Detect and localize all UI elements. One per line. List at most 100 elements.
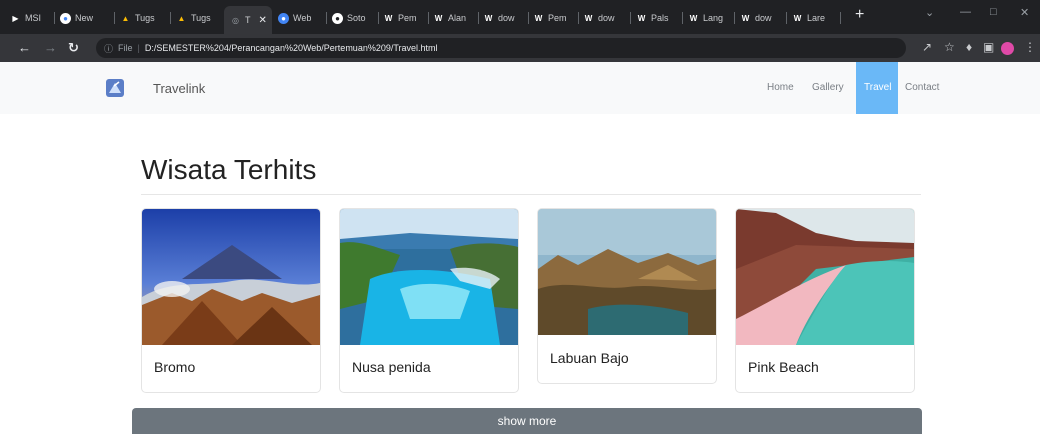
new-tab-button[interactable]: +	[855, 6, 864, 24]
tab-separator	[734, 12, 735, 24]
nav-link-travel[interactable]: Travel	[856, 62, 898, 114]
page-title: Wisata Terhits	[141, 154, 317, 185]
word-icon: W	[484, 13, 493, 23]
destination-card[interactable]: Bromo	[141, 208, 321, 393]
card-title[interactable]: Bromo	[154, 359, 195, 375]
pink-beach-photo	[736, 209, 914, 345]
tab-separator	[428, 12, 429, 24]
tab-label: Soto	[347, 13, 366, 23]
extensions-icon[interactable]: ♦	[966, 40, 972, 54]
tab-label: T	[245, 15, 251, 25]
url-divider: |	[137, 43, 140, 53]
share-icon[interactable]: ↗	[922, 40, 932, 54]
browser-tab[interactable]: W dow	[583, 8, 625, 28]
info-icon[interactable]: ⓘ	[104, 42, 113, 55]
browser-tab[interactable]: ▲ Tugs	[176, 8, 222, 28]
browser-tab-active[interactable]: ◎ T ✕	[224, 6, 272, 34]
tab-label: dow	[598, 13, 615, 23]
browser-tab[interactable]: ● Soto	[332, 8, 374, 28]
star-icon[interactable]: ☆	[944, 40, 955, 54]
brand-name[interactable]: Travelink	[153, 81, 205, 96]
bromo-photo	[142, 209, 320, 345]
tab-label: Lang	[703, 13, 724, 23]
globe-icon: ◎	[232, 15, 239, 25]
word-icon: W	[793, 13, 802, 23]
browser-tab[interactable]: W dow	[483, 8, 525, 28]
tab-separator	[54, 12, 55, 24]
browser-tab[interactable]: ▶ MSI	[10, 8, 48, 28]
word-icon: W	[689, 13, 698, 23]
back-arrow-icon[interactable]: ←	[18, 39, 31, 57]
minimize-icon[interactable]: —	[960, 6, 971, 18]
tab-label: MSI	[25, 13, 42, 23]
destination-card[interactable]: Nusa penida	[339, 208, 519, 393]
nav-link-home[interactable]: Home	[767, 62, 794, 114]
tab-separator	[114, 12, 115, 24]
tab-separator	[478, 12, 479, 24]
chevron-down-icon[interactable]: ⌄	[925, 6, 934, 19]
browser-tab-strip: ▶ MSI ● New ▲ Tugs ▲ Tugs ◎ T ✕ ● Web ● …	[0, 0, 1040, 34]
browser-tab[interactable]: W Pem	[383, 8, 425, 28]
close-window-icon[interactable]: ✕	[1020, 6, 1029, 19]
tab-separator	[786, 12, 787, 24]
browser-tab[interactable]: W Pals	[636, 8, 678, 28]
forward-arrow-icon[interactable]: →	[44, 39, 57, 57]
word-icon: W	[637, 13, 646, 23]
brand-logo-icon[interactable]	[106, 79, 124, 97]
tab-separator	[578, 12, 579, 24]
browser-tab[interactable]: W Lare	[792, 8, 834, 28]
drive-icon: ▲	[177, 13, 186, 23]
card-title[interactable]: Pink Beach	[748, 359, 819, 375]
nav-link-gallery[interactable]: Gallery	[812, 62, 844, 114]
reload-icon[interactable]: ↻	[68, 39, 79, 57]
chrome-icon: ●	[60, 12, 71, 24]
word-icon: W	[434, 13, 443, 23]
tab-label: New	[75, 13, 94, 23]
media-icon: ▶	[12, 13, 19, 23]
browser-tab[interactable]: W Pem	[533, 8, 575, 28]
card-title[interactable]: Nusa penida	[352, 359, 431, 375]
browser-tab[interactable]: W Lang	[688, 8, 730, 28]
tab-label: Alan	[448, 13, 467, 23]
tab-label: Lare	[807, 13, 826, 23]
show-more-button[interactable]: show more	[132, 408, 922, 434]
tab-separator	[170, 12, 171, 24]
tab-label: Pem	[548, 13, 567, 23]
browser-tab[interactable]: ▲ Tugs	[120, 8, 166, 28]
heading-divider	[141, 194, 921, 195]
tab-label: Tugs	[135, 13, 155, 23]
tab-label: Web	[293, 13, 312, 23]
url-text: D:/SEMESTER%204/Perancangan%20Web/Pertem…	[144, 43, 438, 53]
browser-tab[interactable]: W dow	[740, 8, 782, 28]
nav-link-contact[interactable]: Contact	[905, 62, 939, 114]
word-icon: W	[741, 13, 750, 23]
word-icon: W	[534, 13, 543, 23]
site-navbar: Travelink Home Gallery Travel Contact	[0, 62, 1040, 114]
destination-card[interactable]: Labuan Bajo	[537, 208, 717, 384]
tab-separator	[326, 12, 327, 24]
tab-separator	[528, 12, 529, 24]
tab-separator	[378, 12, 379, 24]
browser-tab[interactable]: ● Web	[278, 8, 322, 28]
side-panel-icon[interactable]: ▣	[983, 40, 994, 54]
chrome-icon: ●	[332, 12, 343, 24]
destination-card[interactable]: Pink Beach	[735, 208, 915, 393]
nusa-penida-photo	[340, 209, 518, 345]
tab-separator	[840, 12, 841, 24]
tab-label: Pem	[398, 13, 417, 23]
close-tab-icon[interactable]: ✕	[259, 15, 267, 26]
browser-toolbar: ← → ↻ ⓘ File | D:/SEMESTER%204/Perancang…	[0, 34, 1040, 62]
tab-label: dow	[755, 13, 772, 23]
tab-label: Tugs	[191, 13, 211, 23]
tab-label: Pals	[651, 13, 669, 23]
browser-tab[interactable]: W Alan	[433, 8, 475, 28]
menu-icon[interactable]: ⋮	[1024, 40, 1036, 54]
browser-tab[interactable]: ● New	[60, 8, 110, 28]
labuan-bajo-photo	[538, 209, 716, 335]
address-bar[interactable]: ⓘ File | D:/SEMESTER%204/Perancangan%20W…	[96, 38, 906, 58]
profile-avatar[interactable]	[1001, 42, 1014, 55]
maximize-icon[interactable]: □	[990, 6, 997, 18]
drive-icon: ▲	[121, 13, 130, 23]
tab-separator	[630, 12, 631, 24]
card-title[interactable]: Labuan Bajo	[550, 350, 629, 366]
